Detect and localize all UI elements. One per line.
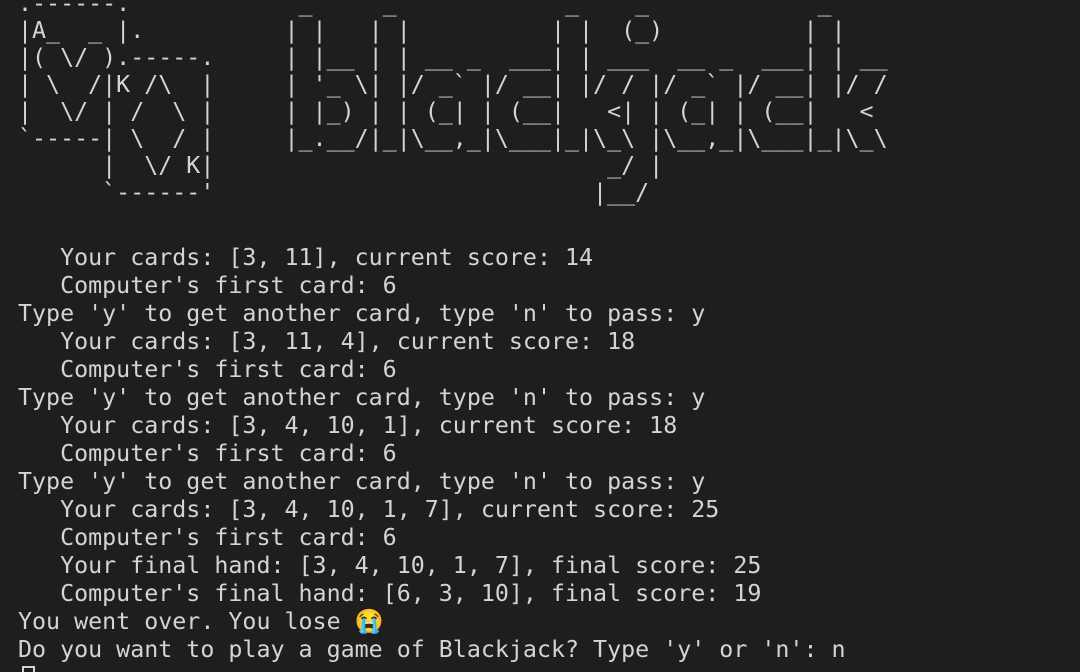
output-line: Computer's first card: 6 [18, 524, 397, 551]
output-line: Computer's first card: 6 [18, 272, 397, 299]
terminal-input-line[interactable] [18, 664, 846, 672]
terminal-window[interactable]: .------. _ _ _ _ _ |A_ _ |. | | | | | | … [0, 0, 1080, 672]
blackjack-ascii-art: .------. _ _ _ _ _ |A_ _ |. | | | | | | … [18, 0, 888, 206]
output-line: Computer's first card: 6 [18, 356, 397, 383]
output-line: Your final hand: [3, 4, 10, 1, 7], final… [18, 552, 762, 579]
output-line: Do you want to play a game of Blackjack?… [18, 636, 846, 663]
output-line: Your cards: [3, 11], current score: 14 [18, 244, 594, 271]
output-line: Type 'y' to get another card, type 'n' t… [18, 300, 706, 327]
output-line: Computer's final hand: [6, 3, 10], final… [18, 580, 762, 607]
output-line: Type 'y' to get another card, type 'n' t… [18, 384, 706, 411]
terminal-output: Your cards: [3, 11], current score: 14 C… [18, 244, 846, 672]
output-line: Computer's first card: 6 [18, 440, 397, 467]
output-line: You went over. You lose 😭 [18, 608, 384, 635]
output-line: Your cards: [3, 4, 10, 1, 7], current sc… [18, 496, 720, 523]
text-cursor [22, 666, 35, 672]
output-line: Type 'y' to get another card, type 'n' t… [18, 468, 706, 495]
output-line: Your cards: [3, 11, 4], current score: 1… [18, 328, 636, 355]
output-line: Your cards: [3, 4, 10, 1], current score… [18, 412, 678, 439]
